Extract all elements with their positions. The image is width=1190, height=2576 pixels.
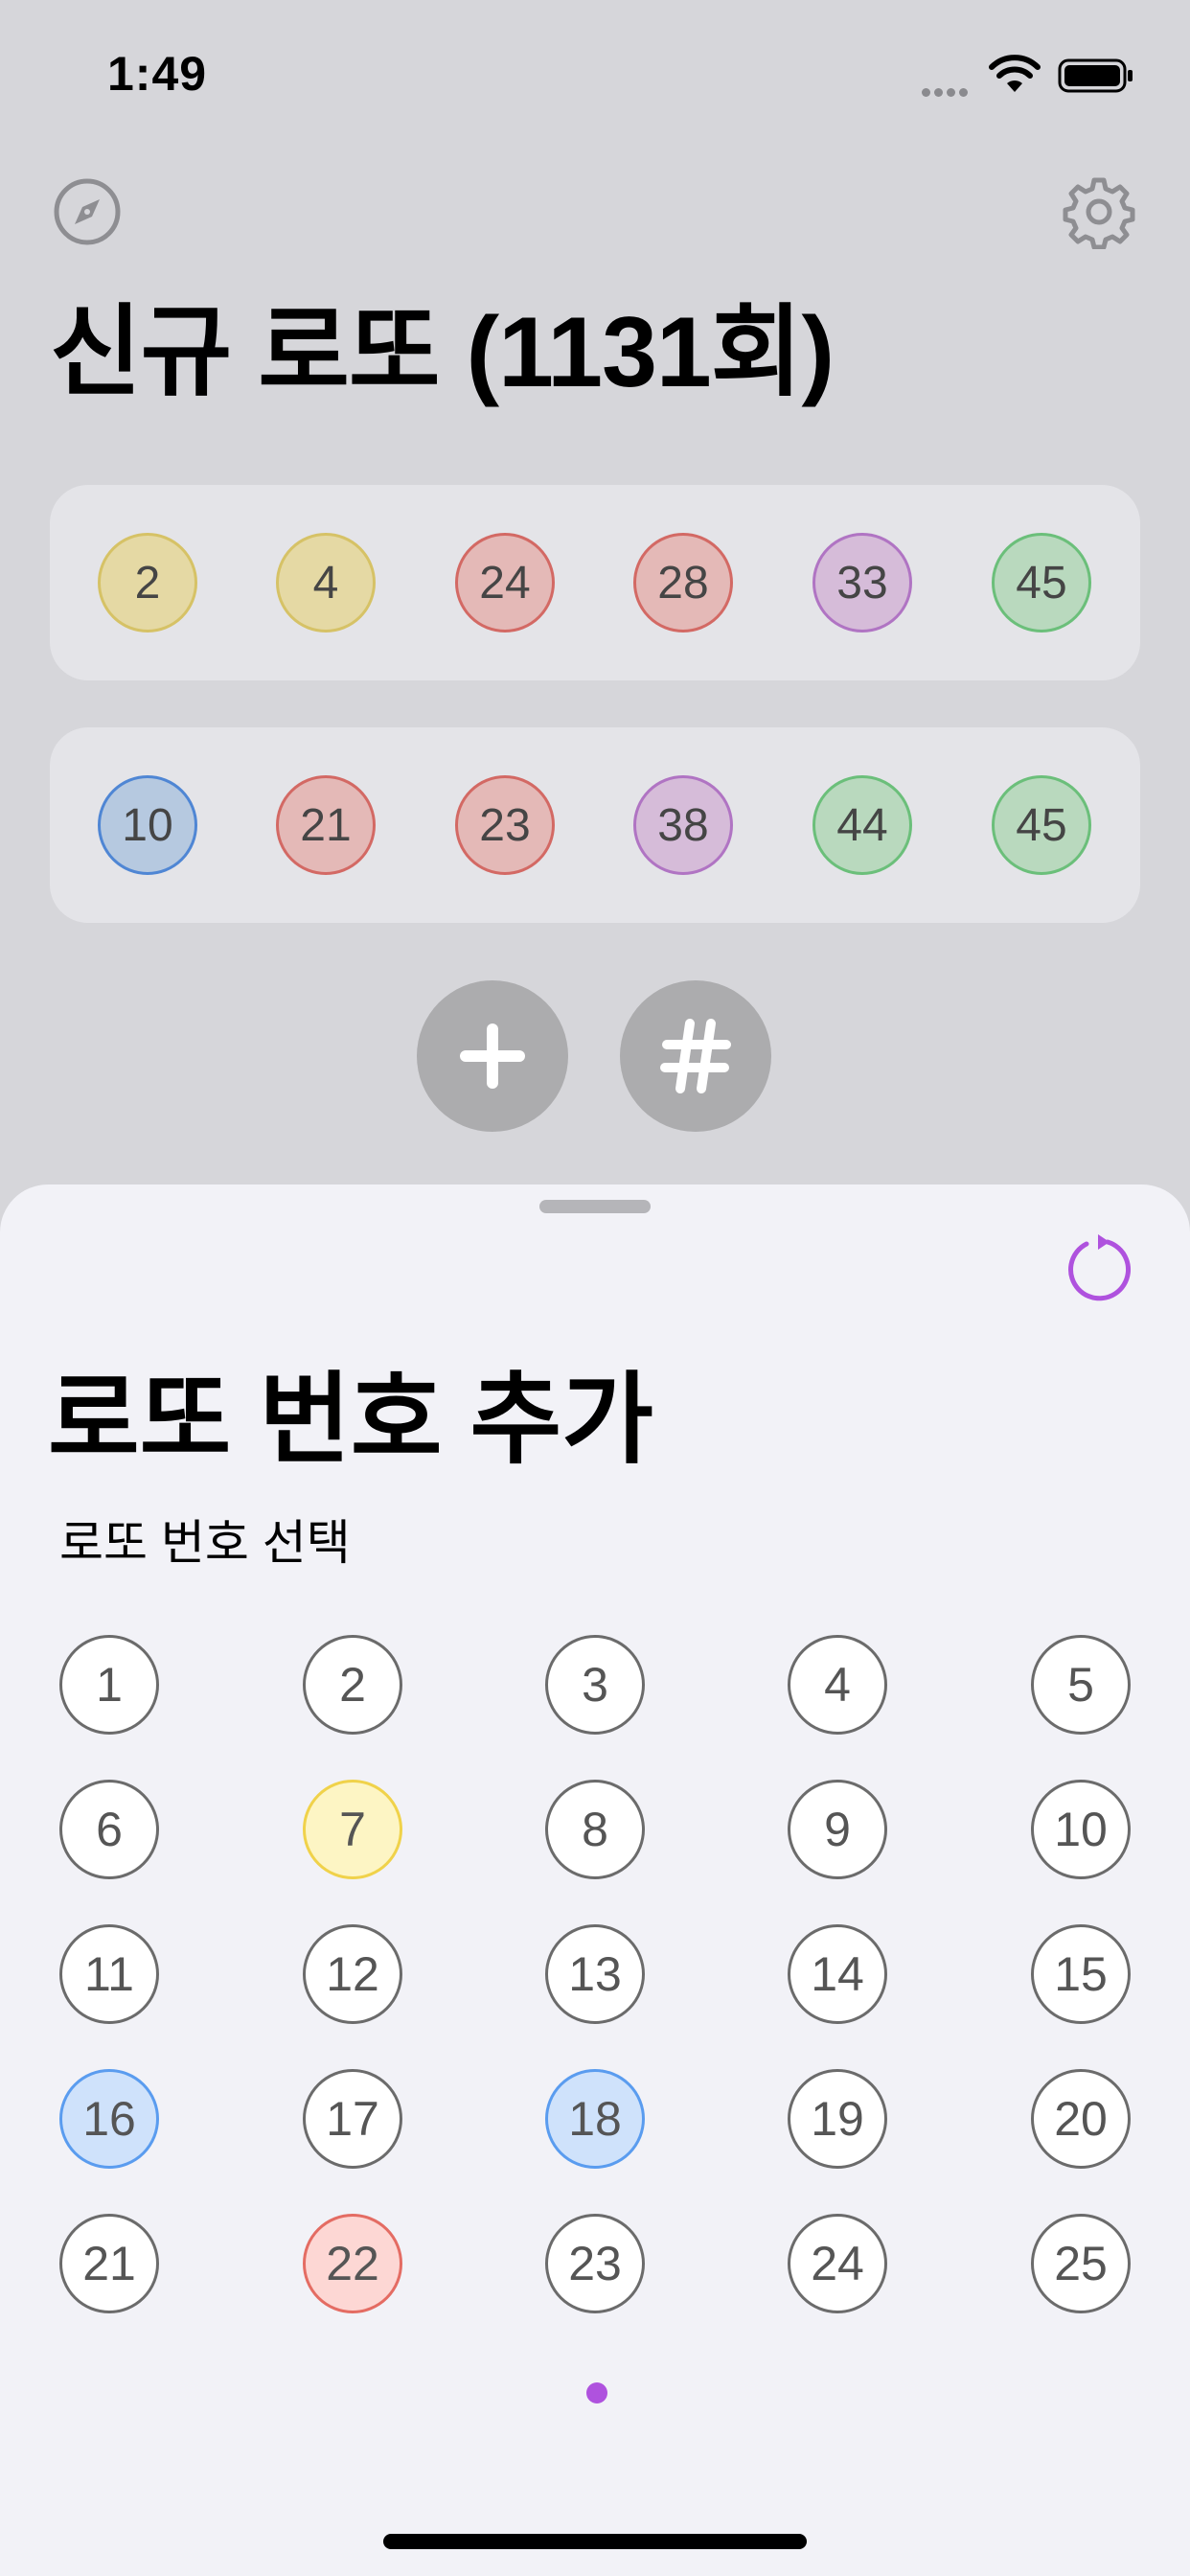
- number-option[interactable]: 6: [59, 1780, 159, 1879]
- cellular-signal-icon: [922, 84, 977, 97]
- number-option[interactable]: 2: [303, 1635, 402, 1735]
- number-option[interactable]: 12: [303, 1924, 402, 2024]
- number-option[interactable]: 9: [788, 1780, 887, 1879]
- lotto-ball: 24: [455, 533, 555, 632]
- number-option[interactable]: 19: [788, 2069, 887, 2169]
- number-option[interactable]: 10: [1031, 1780, 1131, 1879]
- home-indicator[interactable]: [383, 2534, 807, 2549]
- battery-icon: [1058, 58, 1133, 93]
- lotto-ball: 28: [633, 533, 733, 632]
- lotto-ball: 44: [812, 775, 912, 875]
- lotto-ball: 4: [276, 533, 376, 632]
- status-bar: 1:49: [0, 0, 1190, 144]
- lotto-ball: 2: [98, 533, 197, 632]
- sheet-grabber[interactable]: [539, 1200, 651, 1213]
- number-option[interactable]: 11: [59, 1924, 159, 2024]
- number-option[interactable]: 16: [59, 2069, 159, 2169]
- lotto-ball: 23: [455, 775, 555, 875]
- hash-button[interactable]: [620, 980, 771, 1132]
- plus-icon: [460, 1024, 525, 1089]
- wifi-icon: [989, 55, 1041, 92]
- number-option[interactable]: 18: [545, 2069, 645, 2169]
- hash-icon: [660, 1019, 731, 1093]
- number-option[interactable]: 1: [59, 1635, 159, 1735]
- add-numbers-sheet: 로또 번호 추가 로또 번호 선택 1 2 3 4 5 6 7 8 9 10 11 12 13 14 15 1…: [0, 1184, 1190, 2576]
- number-option[interactable]: 8: [545, 1780, 645, 1879]
- number-option[interactable]: 15: [1031, 1924, 1131, 2024]
- lotto-ball: 38: [633, 775, 733, 875]
- sheet-title: 로또 번호 추가: [48, 1365, 653, 1476]
- number-option[interactable]: 20: [1031, 2069, 1131, 2169]
- lotto-ball: 45: [992, 775, 1091, 875]
- lotto-ball: 21: [276, 775, 376, 875]
- refresh-icon[interactable]: [1064, 1232, 1136, 1305]
- number-option[interactable]: 17: [303, 2069, 402, 2169]
- number-option[interactable]: 7: [303, 1780, 402, 1879]
- status-time: 1:49: [107, 47, 208, 101]
- page-title: 신규 로또 (1131회): [50, 297, 835, 408]
- gear-icon[interactable]: [1062, 174, 1136, 249]
- number-option[interactable]: 21: [59, 2214, 159, 2313]
- number-option[interactable]: 14: [788, 1924, 887, 2024]
- number-option[interactable]: 25: [1031, 2214, 1131, 2313]
- number-option[interactable]: 5: [1031, 1635, 1131, 1735]
- lotto-ball: 33: [812, 533, 912, 632]
- ticket-row[interactable]: 10 21 23 38 44 45: [50, 727, 1140, 923]
- lotto-ball: 10: [98, 775, 197, 875]
- add-button[interactable]: [417, 980, 568, 1132]
- number-option[interactable]: 4: [788, 1635, 887, 1735]
- number-option[interactable]: 24: [788, 2214, 887, 2313]
- sheet-subtitle: 로또 번호 선택: [59, 1516, 351, 1570]
- number-picker-grid[interactable]: 1 2 3 4 5 6 7 8 9 10 11 12 13 14 15 16 17 18 19 20 21 22 23 24 2…: [0, 1635, 1190, 2325]
- lotto-ball: 45: [992, 533, 1091, 632]
- number-option[interactable]: 13: [545, 1924, 645, 2024]
- ticket-row[interactable]: 2 4 24 28 33 45: [50, 485, 1140, 680]
- number-option[interactable]: 22: [303, 2214, 402, 2313]
- number-option[interactable]: 23: [545, 2214, 645, 2313]
- number-option[interactable]: 3: [545, 1635, 645, 1735]
- compass-icon[interactable]: [52, 176, 123, 247]
- page-indicator-dot: [586, 2382, 607, 2404]
